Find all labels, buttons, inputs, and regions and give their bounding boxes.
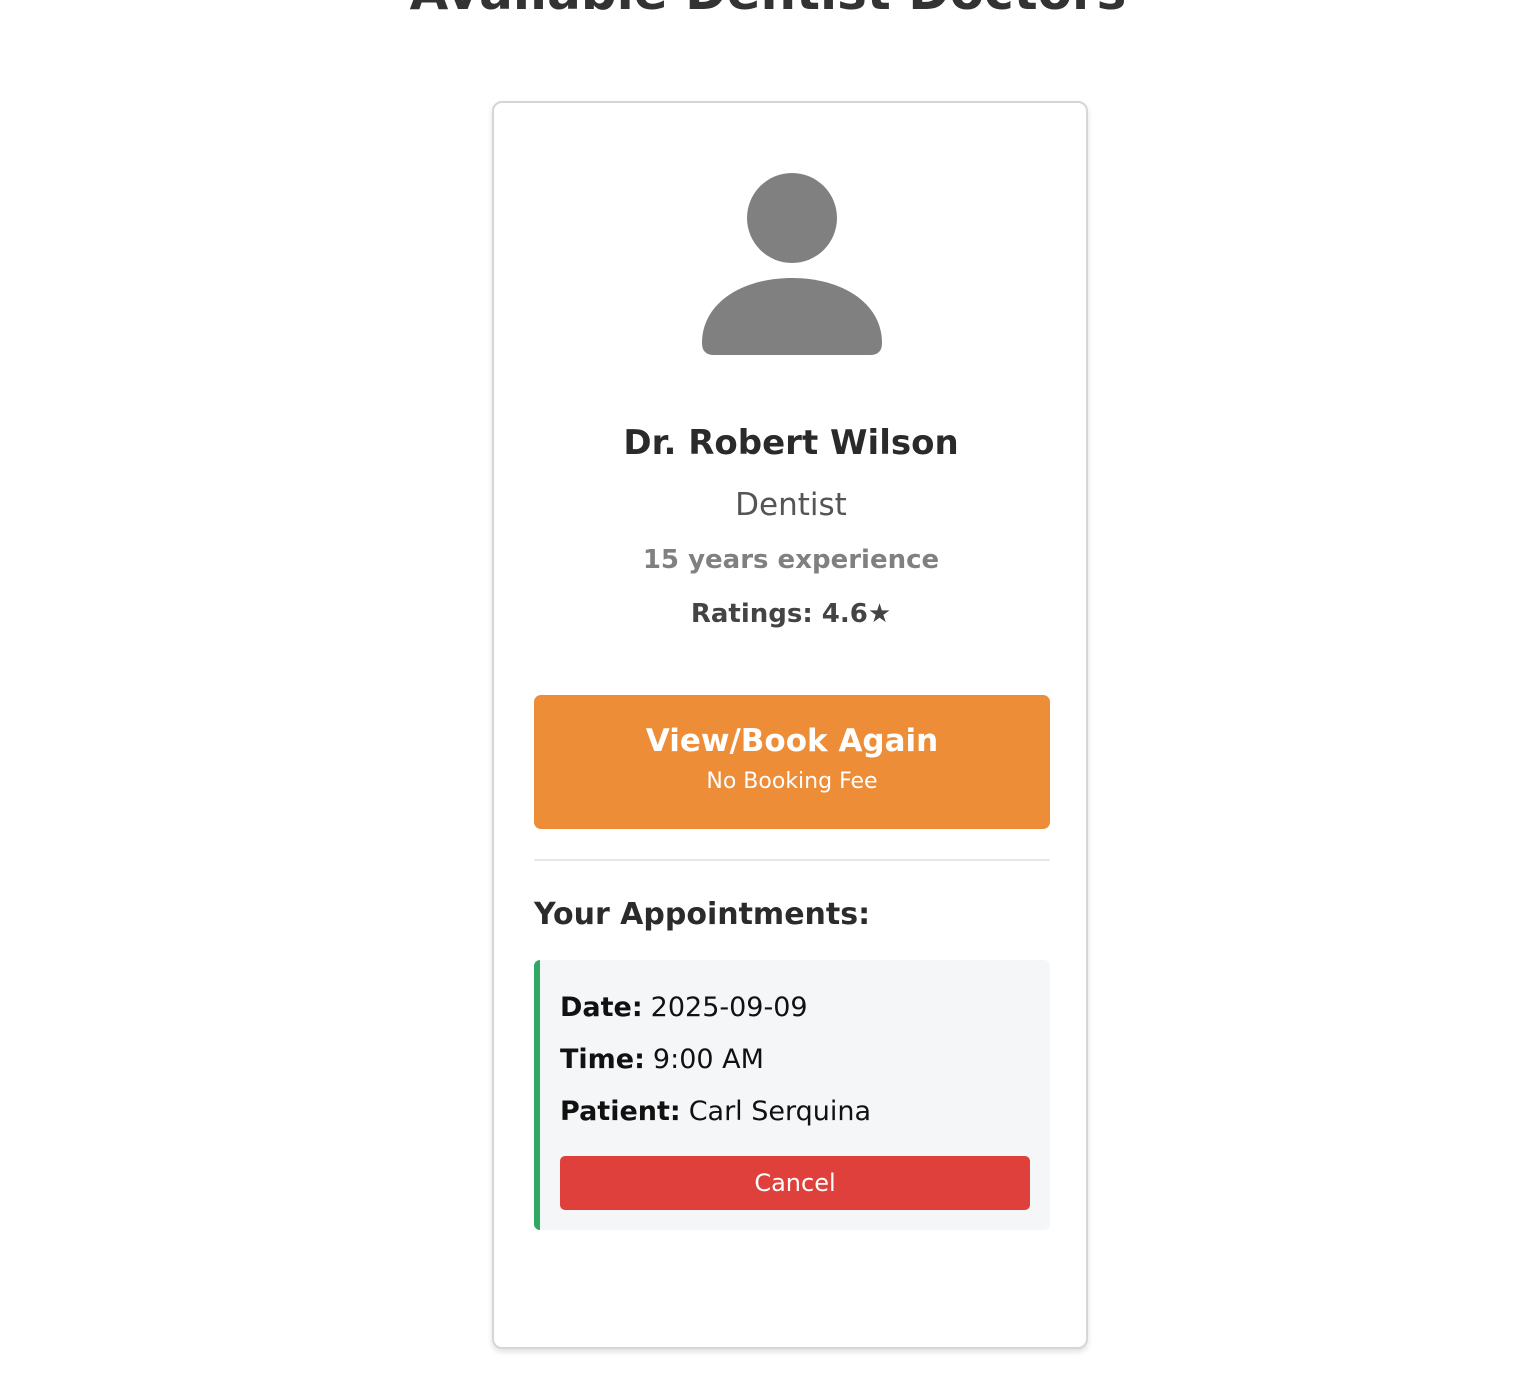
doctor-card: Dr. Robert Wilson Dentist 15 years exper… xyxy=(492,101,1088,1349)
cancel-appointment-button[interactable]: Cancel xyxy=(560,1156,1030,1210)
doctor-name: Dr. Robert Wilson xyxy=(623,423,959,463)
appointment-patient: Patient: Carl Serquina xyxy=(560,1094,871,1130)
view-book-again-button[interactable]: View/Book Again No Booking Fee xyxy=(534,695,1050,829)
divider xyxy=(534,859,1050,861)
appointment-date-label: Date: xyxy=(560,992,643,1023)
user-silhouette-icon xyxy=(702,173,882,355)
doctor-experience: 15 years experience xyxy=(642,545,940,575)
appointment-patient-label: Patient: xyxy=(560,1096,681,1127)
appointments-heading: Your Appointments: xyxy=(534,897,871,932)
appointment-time: Time: 9:00 AM xyxy=(560,1042,764,1078)
appointment-date-value: 2025-09-09 xyxy=(650,992,808,1023)
page: Available Dentist Doctors Dr. Robert Wil… xyxy=(0,0,1536,1382)
page-title: Available Dentist Doctors xyxy=(0,0,1536,22)
appointment-date: Date: 2025-09-09 xyxy=(560,990,808,1026)
book-button-sublabel: No Booking Fee xyxy=(706,769,878,794)
book-button-label: View/Book Again xyxy=(645,723,939,759)
doctor-ratings: Ratings: 4.6★ xyxy=(690,599,892,629)
appointment-time-label: Time: xyxy=(560,1044,645,1075)
appointment-time-value: 9:00 AM xyxy=(652,1044,764,1075)
appointment-item: Date: 2025-09-09 Time: 9:00 AM Patient: Car… xyxy=(534,960,1050,1230)
appointment-patient-value: Carl Serquina xyxy=(688,1096,872,1127)
doctor-specialty: Dentist xyxy=(735,487,847,523)
